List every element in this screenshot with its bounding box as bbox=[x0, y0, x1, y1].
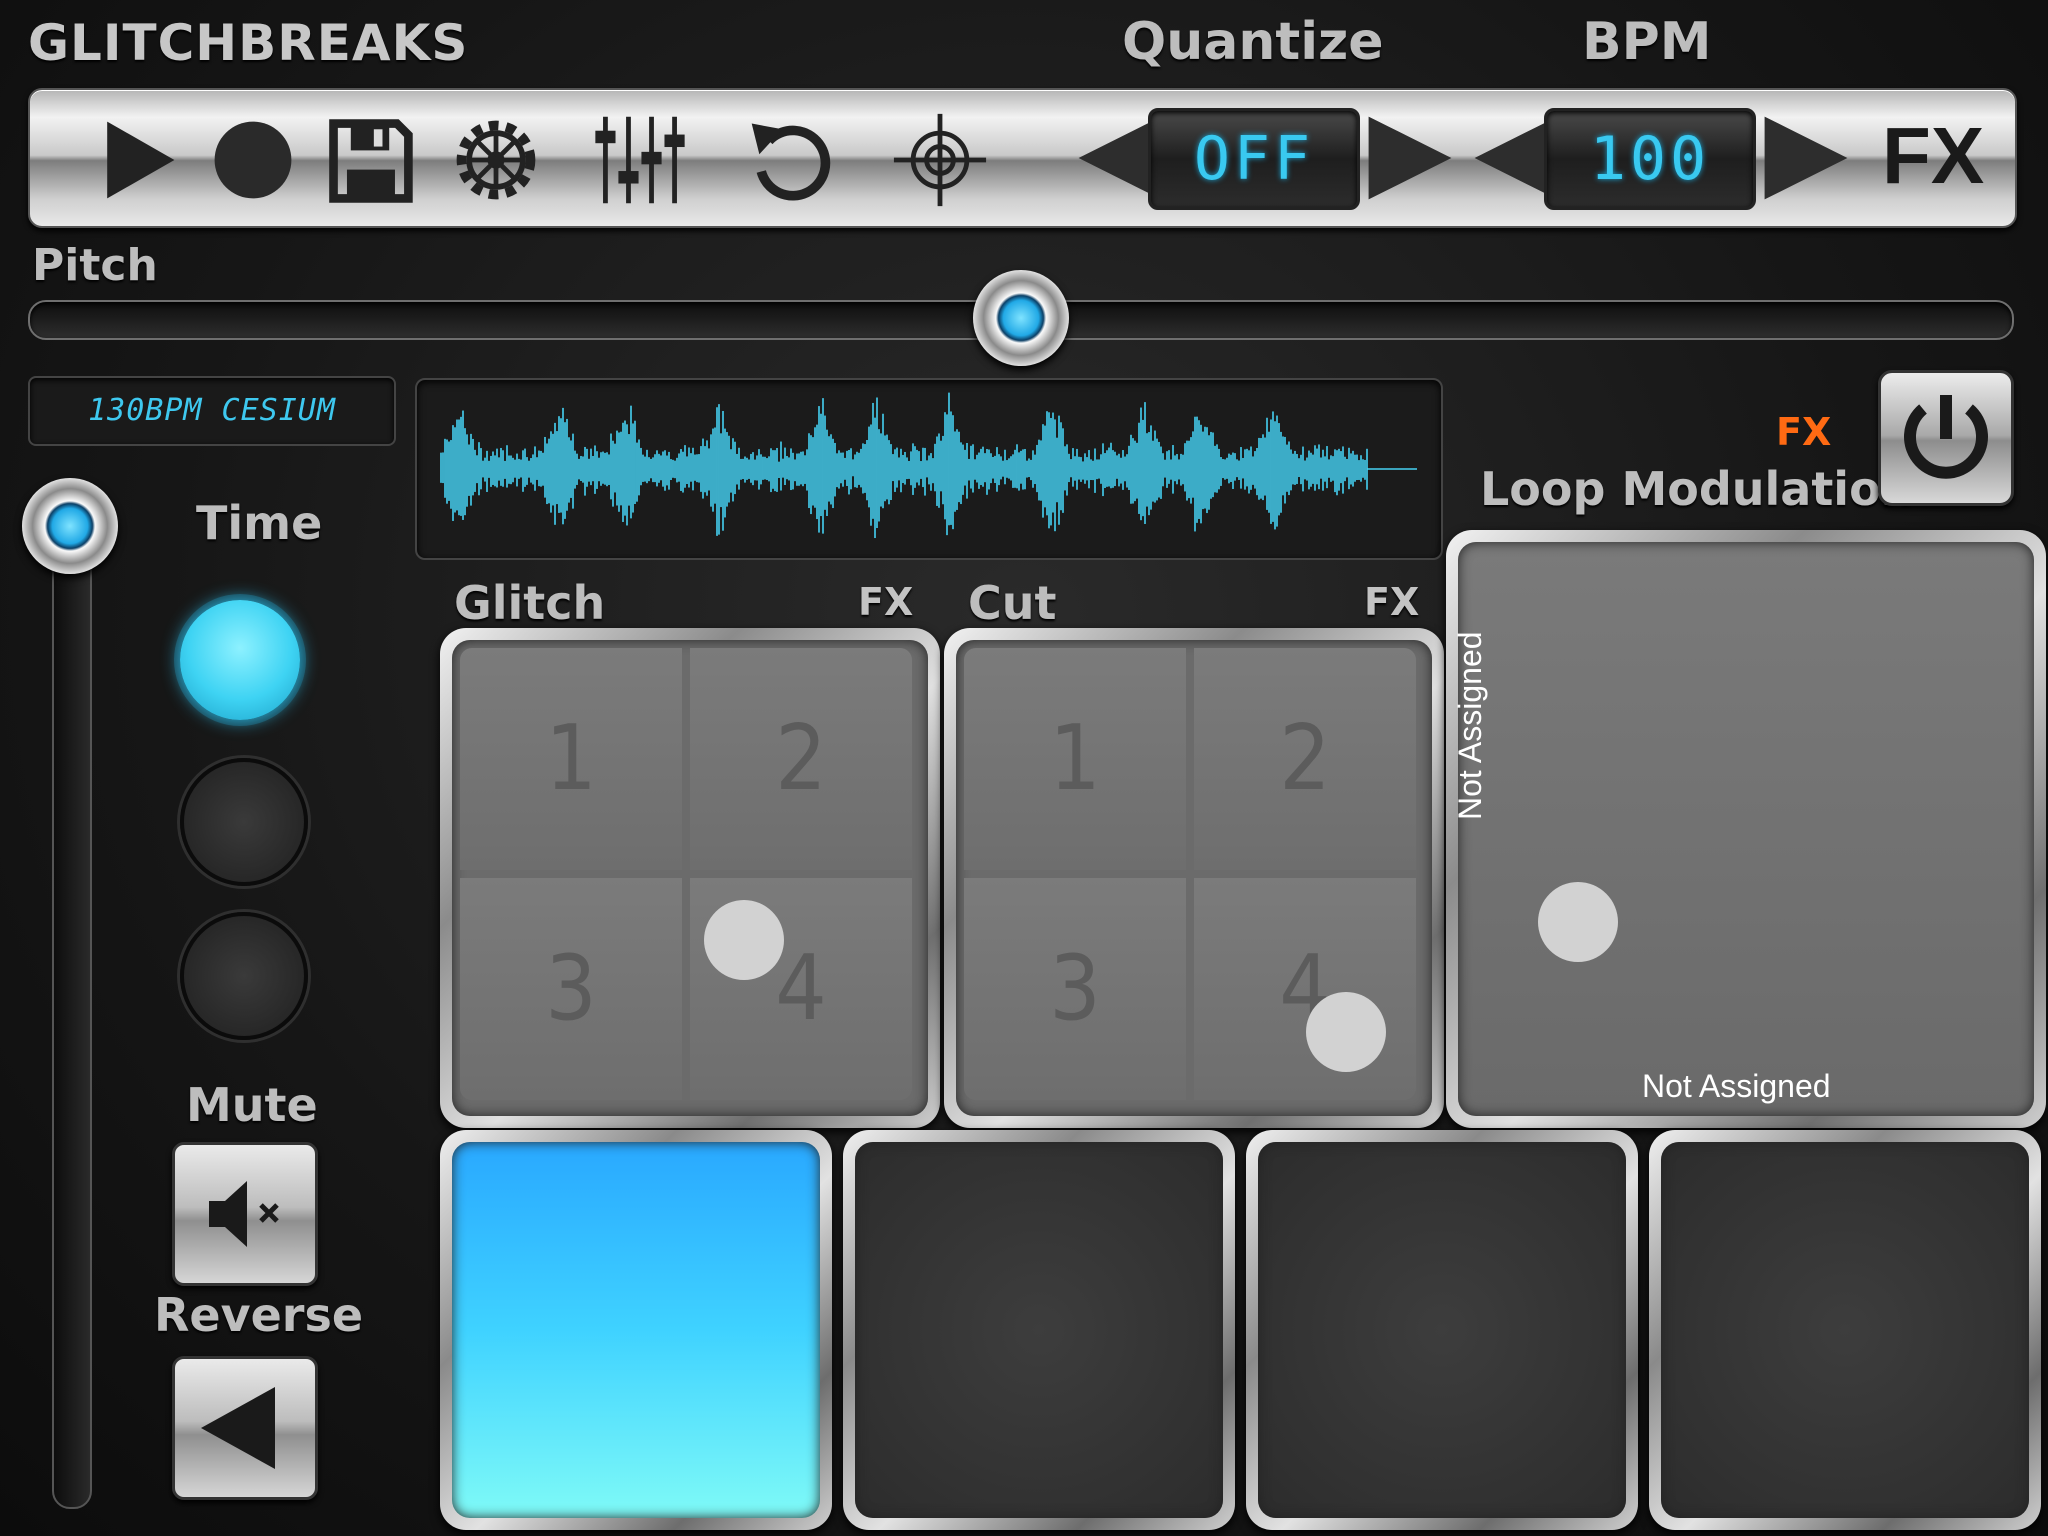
play-icon[interactable] bbox=[88, 112, 184, 208]
cut-touch-point[interactable] bbox=[1306, 992, 1386, 1072]
reverse-arrow-icon bbox=[201, 1387, 275, 1469]
quantize-increase-button[interactable] bbox=[1360, 112, 1460, 204]
pitch-label: Pitch bbox=[32, 240, 158, 291]
glitch-cell-3[interactable]: 3 bbox=[460, 878, 682, 1100]
settings-gear-icon[interactable] bbox=[448, 112, 544, 208]
cut-fx-button[interactable]: FX bbox=[1364, 580, 1419, 624]
trigger-pad-2-surface[interactable] bbox=[855, 1142, 1223, 1518]
cut-cell-2[interactable]: 2 bbox=[1194, 648, 1416, 870]
loop-modulation-pad[interactable] bbox=[1446, 530, 2046, 1128]
cut-cell-3[interactable]: 3 bbox=[964, 878, 1186, 1100]
trigger-pad-1-surface[interactable] bbox=[452, 1142, 820, 1518]
glitch-cell-2[interactable]: 2 bbox=[690, 648, 912, 870]
glitch-label: Glitch bbox=[454, 576, 606, 630]
mixer-sliders-icon[interactable] bbox=[592, 112, 688, 208]
cut-pad[interactable]: 1 2 3 4 bbox=[944, 628, 1444, 1128]
cut-cell-1[interactable]: 1 bbox=[964, 648, 1186, 870]
bpm-increase-button[interactable] bbox=[1756, 112, 1856, 204]
loop-modulation-surface[interactable] bbox=[1458, 542, 2034, 1116]
trigger-pad-3-surface[interactable] bbox=[1258, 1142, 1626, 1518]
record-icon[interactable] bbox=[205, 112, 301, 208]
mute-button[interactable] bbox=[172, 1142, 318, 1286]
sample-name-display[interactable]: 130BPM CESIUM bbox=[28, 376, 396, 446]
bpm-label: BPM bbox=[1582, 12, 1712, 72]
fx-button[interactable]: FX bbox=[1882, 110, 1984, 202]
trigger-pad-4[interactable] bbox=[1649, 1130, 2041, 1530]
trigger-pad-1[interactable] bbox=[440, 1130, 832, 1530]
cut-label: Cut bbox=[968, 576, 1057, 630]
reverse-label: Reverse bbox=[154, 1288, 364, 1342]
cut-cell-4[interactable]: 4 bbox=[1194, 878, 1416, 1100]
transport-toolbar: OFF 100 FX bbox=[28, 88, 2017, 228]
loop-x-axis-label: Not Assigned bbox=[1642, 1068, 1831, 1104]
speaker-mute-icon bbox=[209, 1181, 279, 1247]
time-option-3-button[interactable] bbox=[180, 912, 308, 1040]
loop-power-button[interactable] bbox=[1878, 370, 2014, 506]
app-title: GLITCHBREAKS bbox=[28, 14, 469, 72]
time-option-2-button[interactable] bbox=[180, 758, 308, 886]
quantize-display: OFF bbox=[1148, 108, 1360, 210]
power-icon bbox=[1904, 395, 1988, 479]
mute-label: Mute bbox=[186, 1078, 318, 1132]
time-option-1-button[interactable] bbox=[180, 600, 300, 720]
quantize-label: Quantize bbox=[1122, 12, 1384, 72]
glitch-cell-1[interactable]: 1 bbox=[460, 648, 682, 870]
glitch-touch-point[interactable] bbox=[704, 900, 784, 980]
pitch-slider-knob[interactable] bbox=[973, 270, 1069, 366]
target-icon[interactable] bbox=[892, 112, 988, 208]
glitch-fx-button[interactable]: FX bbox=[858, 580, 913, 624]
time-slider-track[interactable] bbox=[52, 520, 92, 1509]
loop-fx-label: FX bbox=[1776, 410, 1832, 454]
trigger-pad-2[interactable] bbox=[843, 1130, 1235, 1530]
trigger-pad-4-surface[interactable] bbox=[1661, 1142, 2029, 1518]
loop-modulation-label: Loop Modulation bbox=[1480, 462, 1914, 516]
time-label: Time bbox=[196, 496, 323, 550]
cut-pad-surface[interactable]: 1 2 3 4 bbox=[956, 640, 1432, 1116]
time-slider-knob[interactable] bbox=[22, 478, 118, 574]
save-icon[interactable] bbox=[322, 112, 418, 208]
bpm-display: 100 bbox=[1544, 108, 1756, 210]
loop-touch-point[interactable] bbox=[1538, 882, 1618, 962]
loop-y-axis-label: Not Assigned bbox=[1452, 631, 1488, 820]
glitch-pad[interactable]: 1 2 3 4 bbox=[440, 628, 940, 1128]
waveform bbox=[440, 392, 1417, 539]
undo-icon[interactable] bbox=[744, 112, 840, 208]
waveform-display bbox=[415, 378, 1443, 560]
glitch-pad-surface[interactable]: 1 2 3 4 bbox=[452, 640, 928, 1116]
reverse-button[interactable] bbox=[172, 1356, 318, 1500]
trigger-pad-3[interactable] bbox=[1246, 1130, 1638, 1530]
